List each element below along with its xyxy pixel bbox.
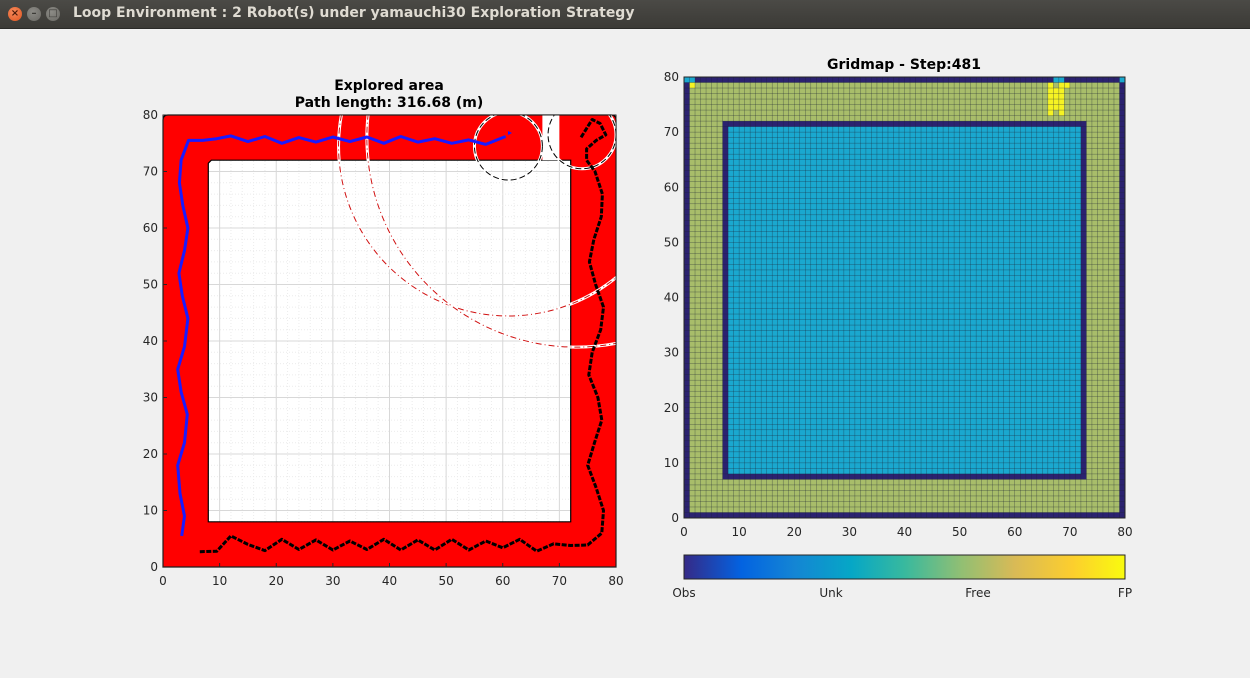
x-tick-label: 30 (325, 574, 340, 588)
window-title: Loop Environment : 2 Robot(s) under yama… (73, 5, 635, 21)
gridmap-x-tick-label: 70 (1062, 525, 1077, 539)
colorbar-label-unk: Unk (819, 586, 842, 600)
x-tick-label: 80 (608, 574, 623, 588)
gridmap-y-tick-label: 40 (664, 291, 679, 305)
y-tick-label: 50 (143, 278, 158, 292)
y-tick-label: 70 (143, 165, 158, 179)
gridmap-y-tick-label: 20 (664, 401, 679, 415)
y-tick-label: 80 (143, 108, 158, 122)
x-tick-label: 50 (438, 574, 453, 588)
left-plot-title-line1: Explored area (334, 78, 444, 94)
gridmap-y-tick-label: 30 (664, 346, 679, 360)
figure-canvas: Explored area Path length: 316.68 (m) 0 1… (143, 57, 1133, 600)
y-tick-label: 0 (150, 560, 158, 574)
x-tick-label: 40 (382, 574, 397, 588)
maximize-button[interactable]: □ (46, 7, 60, 21)
gridmap-y-tick-label: 50 (664, 235, 679, 249)
gridmap-x-tick-label: 50 (952, 525, 967, 539)
x-tick-label: 70 (552, 574, 567, 588)
colorbar-label-obs: Obs (672, 586, 695, 600)
x-tick-label: 0 (159, 574, 167, 588)
y-tick-label: 60 (143, 221, 158, 235)
gridmap-x-tick-label: 60 (1007, 525, 1022, 539)
gridmap-cell-fp (689, 82, 696, 89)
y-tick-label: 10 (143, 504, 158, 518)
gridmap-grid-lines (683, 76, 1126, 519)
gridmap-y-tick-label: 10 (664, 456, 679, 470)
gridmap-cell-unk (1119, 77, 1125, 83)
y-tick-label: 30 (143, 391, 158, 405)
gridmap-x-tick-label: 80 (1117, 525, 1132, 539)
gridmap-y-tick-label: 60 (664, 180, 679, 194)
y-tick-label: 40 (143, 334, 158, 348)
y-tick-label: 20 (143, 447, 158, 461)
left-plot-title-line2: Path length: 316.68 (m) (295, 95, 484, 111)
gridmap-x-tick-label: 40 (897, 525, 912, 539)
colorbar-label-free: Free (965, 586, 990, 600)
colorbar (683, 554, 1126, 580)
minimize-button[interactable]: – (27, 7, 41, 21)
window-titlebar: × – □ Loop Environment : 2 Robot(s) unde… (0, 0, 1250, 29)
gridmap-plot: Gridmap - Step:481 0 10 20 30 40 50 60 70 80 0 10 2… (664, 57, 1133, 600)
gridmap-y-tick-label: 0 (671, 511, 679, 525)
gridmap-x-tick-label: 0 (680, 525, 688, 539)
gridmap-y-tick-label: 80 (664, 70, 679, 84)
x-tick-label: 20 (269, 574, 284, 588)
gridmap-y-tick-label: 70 (664, 125, 679, 139)
x-tick-label: 60 (495, 574, 510, 588)
gridmap-x-tick-label: 10 (731, 525, 746, 539)
x-tick-label: 10 (212, 574, 227, 588)
gridmap-x-tick-label: 30 (842, 525, 857, 539)
gridmap-cell-fp (1064, 82, 1070, 89)
close-button[interactable]: × (8, 7, 22, 21)
colorbar-label-fp: FP (1118, 586, 1132, 600)
right-plot-title: Gridmap - Step:481 (827, 57, 981, 73)
gridmap-x-tick-label: 20 (787, 525, 802, 539)
